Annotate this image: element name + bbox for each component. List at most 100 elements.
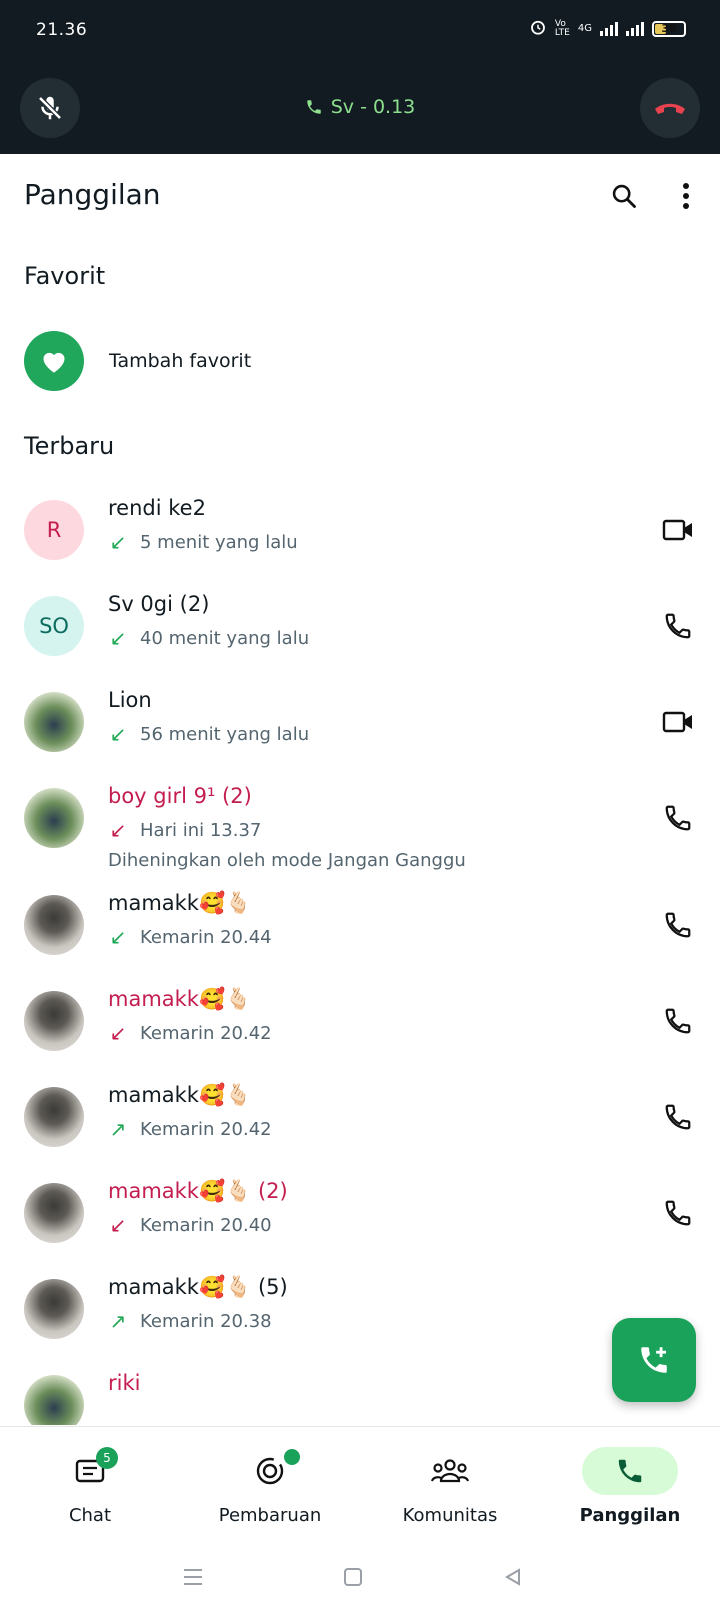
search-icon: [612, 184, 636, 208]
voice-call-button[interactable]: [660, 1003, 696, 1039]
call-time: Kemarin 20.40: [140, 1214, 272, 1236]
call-note: Diheningkan oleh mode Jangan Ganggu: [108, 850, 466, 871]
ongoing-call-bar: 21.36 Vo LTE 4G 38 Sv - 0.13: [0, 0, 720, 154]
menu-icon: [184, 1569, 202, 1585]
favorite-avatar: [24, 331, 84, 391]
incoming-arrow-icon: ↙: [109, 722, 127, 746]
voice-call-button[interactable]: [660, 800, 696, 836]
bottom-navigation: 5 Chat Pembaruan Komunitas Panggilan: [0, 1426, 720, 1542]
call-time: Kemarin 20.42: [140, 1022, 272, 1044]
contact-name: mamakk🥰🫰🏻 (5): [108, 1275, 288, 1299]
contact-name: mamakk🥰🫰🏻: [108, 891, 252, 915]
heart-icon: [43, 352, 65, 373]
recent-title: Terbaru: [24, 432, 115, 460]
call-time: Kemarin 20.44: [140, 926, 272, 948]
voice-call-button[interactable]: [660, 907, 696, 943]
missed-arrow-icon: ↙: [109, 1021, 127, 1045]
page-title: Panggilan: [24, 178, 161, 211]
video-call-icon: [662, 711, 692, 733]
avatar: [24, 692, 84, 752]
search-button[interactable]: [604, 176, 644, 216]
avatar: [24, 991, 84, 1051]
contact-name: mamakk🥰🫰🏻 (2): [108, 1179, 288, 1203]
avatar: [24, 1183, 84, 1243]
call-time: Kemarin 20.42: [140, 1118, 272, 1140]
chat-badge: 5: [96, 1447, 118, 1469]
phone-icon: [665, 1008, 691, 1034]
home-button[interactable]: [338, 1562, 368, 1592]
contact-name: mamakk🥰🫰🏻: [108, 987, 252, 1011]
nav-chat-label: Chat: [68, 1505, 112, 1526]
avatar: [24, 895, 84, 955]
call-row[interactable]: Lion ↙ 56 menit yang lalu: [0, 682, 720, 778]
call-row[interactable]: R rendi ke2 ↙ 5 menit yang lalu: [0, 490, 720, 586]
call-meta: ↗ Kemarin 20.38: [108, 1309, 272, 1333]
nav-updates-label: Pembaruan: [218, 1505, 322, 1526]
communities-icon: [430, 1459, 470, 1483]
status-icon: [256, 1457, 284, 1485]
add-call-icon: [641, 1347, 667, 1373]
home-icon: [344, 1568, 362, 1586]
nav-calls[interactable]: Panggilan: [540, 1427, 720, 1543]
call-row[interactable]: mamakk🥰🫰🏻 ↙ Kemarin 20.44: [0, 885, 720, 981]
incoming-arrow-icon: ↙: [109, 925, 127, 949]
updates-dot: [284, 1449, 300, 1465]
network-type: 4G: [577, 23, 592, 34]
voice-call-button[interactable]: [660, 1195, 696, 1231]
phone-icon: [618, 1459, 642, 1483]
voice-call-button[interactable]: [660, 608, 696, 644]
volte-icon: Vo LTE: [554, 18, 570, 38]
nav-chat[interactable]: 5 Chat: [0, 1427, 180, 1543]
nav-updates-pill: [222, 1447, 318, 1495]
nav-communities[interactable]: Komunitas: [360, 1427, 540, 1543]
contact-name: mamakk🥰🫰🏻: [108, 1083, 252, 1107]
back-icon: [505, 1568, 520, 1586]
call-meta: ↙ Kemarin 20.44: [108, 925, 272, 949]
new-call-button[interactable]: [612, 1318, 696, 1402]
outgoing-arrow-icon: ↗: [109, 1117, 127, 1141]
avatar: R: [24, 500, 84, 560]
avatar: SO: [24, 596, 84, 656]
call-row[interactable]: SO Sv 0gi (2) ↙ 40 menit yang lalu: [0, 586, 720, 682]
voice-call-button[interactable]: [660, 1099, 696, 1135]
phone-icon: [665, 613, 691, 639]
call-row[interactable]: mamakk🥰🫰🏻 ↗ Kemarin 20.42: [0, 1077, 720, 1173]
missed-arrow-icon: ↙: [109, 1213, 127, 1237]
add-favorite-button[interactable]: Tambah favorit: [24, 331, 251, 391]
avatar: [24, 1375, 84, 1425]
outgoing-arrow-icon: ↗: [109, 1309, 127, 1333]
nav-updates[interactable]: Pembaruan: [180, 1427, 360, 1543]
phone-icon: [306, 100, 321, 114]
avatar: [24, 1279, 84, 1339]
call-row[interactable]: boy girl 9¹ (2) ↙ Hari ini 13.37 Dihening…: [0, 778, 720, 888]
end-call-button[interactable]: [640, 78, 700, 138]
more-options-button[interactable]: [666, 176, 706, 216]
ongoing-call-label[interactable]: Sv - 0.13: [0, 96, 720, 118]
alarm-icon: [529, 18, 547, 39]
nav-communities-label: Komunitas: [402, 1505, 498, 1526]
contact-name: rendi ke2: [108, 496, 206, 520]
phone-icon: [665, 912, 691, 938]
call-row[interactable]: mamakk🥰🫰🏻 ↙ Kemarin 20.42: [0, 981, 720, 1077]
call-meta: ↙ Kemarin 20.42: [108, 1021, 272, 1045]
incoming-arrow-icon: ↙: [109, 530, 127, 554]
video-call-icon: [662, 519, 692, 541]
battery-icon: 38: [652, 20, 686, 37]
phone-icon: [665, 1200, 691, 1226]
call-meta: ↙ 40 menit yang lalu: [108, 626, 310, 650]
status-icons: Vo LTE 4G 38: [529, 18, 686, 39]
signal2-icon: [626, 21, 644, 36]
video-call-button[interactable]: [660, 704, 696, 740]
nav-communities-pill: [402, 1447, 498, 1495]
back-button[interactable]: [498, 1562, 528, 1592]
more-vert-icon: [683, 183, 689, 209]
contact-name: riki: [108, 1371, 141, 1395]
hang-up-icon: [655, 103, 685, 114]
call-row[interactable]: mamakk🥰🫰🏻 (2) ↙ Kemarin 20.40: [0, 1173, 720, 1269]
video-call-button[interactable]: [660, 512, 696, 548]
call-time: 56 menit yang lalu: [140, 723, 310, 745]
contact-name: Lion: [108, 688, 152, 712]
recent-apps-button[interactable]: [178, 1562, 208, 1592]
battery-level: 38: [661, 22, 677, 35]
phone-icon: [665, 805, 691, 831]
